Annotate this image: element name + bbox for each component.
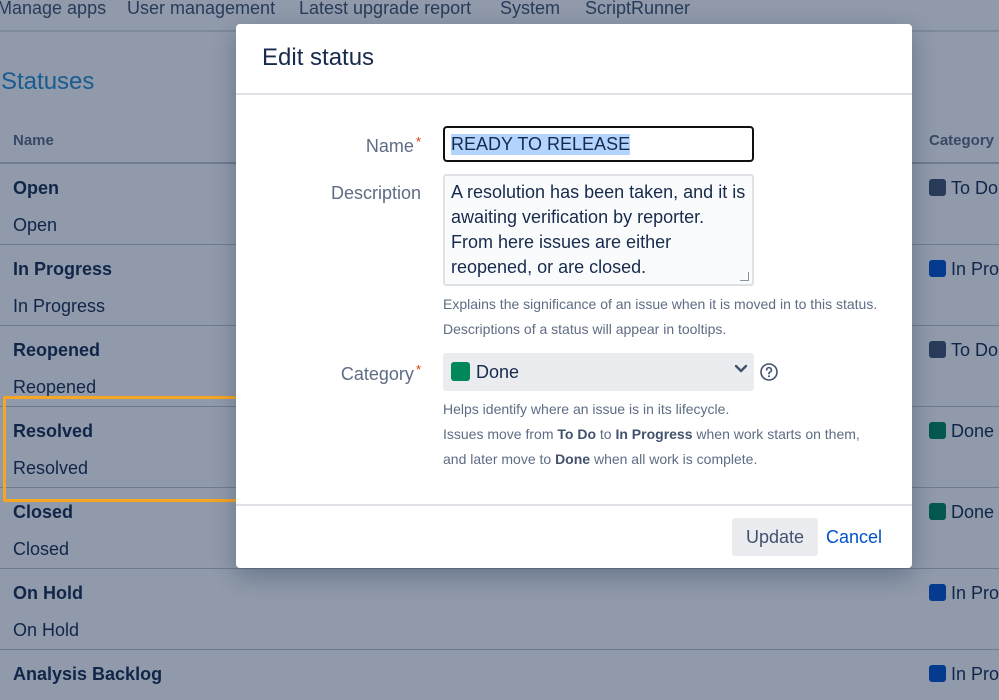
annotation-highlight-box xyxy=(3,396,243,502)
dialog-title: Edit status xyxy=(262,44,375,71)
help-question-icon[interactable] xyxy=(760,363,778,381)
description-field-label: Description xyxy=(330,183,421,203)
cancel-link[interactable]: Cancel xyxy=(826,527,882,548)
category-select[interactable]: Done xyxy=(443,353,754,391)
category-help-text: Helps identify where an issue is in its … xyxy=(443,401,860,467)
update-button[interactable]: Update xyxy=(732,518,818,556)
status-name-input[interactable] xyxy=(442,125,755,163)
category-field-label: Category * xyxy=(340,362,421,384)
resize-grip-icon[interactable] xyxy=(740,272,749,281)
dialog-footer-divider xyxy=(236,504,912,506)
edit-status-dialog: Edit status Name* Description A resoluti… xyxy=(236,24,912,568)
dialog-header: Edit status xyxy=(236,24,912,95)
description-help-text: Explains the significance of an issue wh… xyxy=(443,296,878,337)
category-color-swatch xyxy=(451,362,470,381)
required-asterisk: * xyxy=(415,362,421,377)
status-description-textarea[interactable]: A resolution has been taken, and it is a… xyxy=(443,174,754,286)
category-selected-value: Done xyxy=(476,362,520,382)
required-asterisk: * xyxy=(415,134,421,149)
description-text: A resolution has been taken, and it is a… xyxy=(451,182,746,277)
chevron-down-icon xyxy=(734,364,748,373)
name-field-label: Name * xyxy=(365,134,421,156)
